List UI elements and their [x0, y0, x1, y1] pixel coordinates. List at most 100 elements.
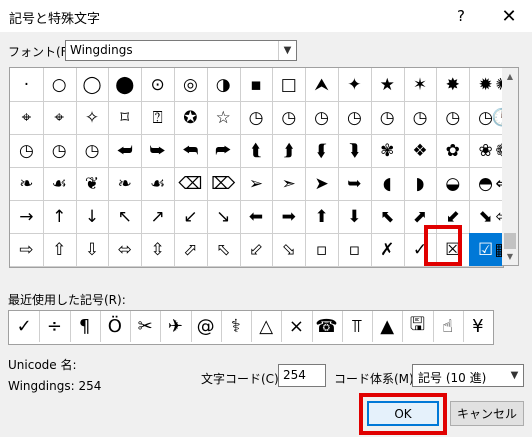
symbol-cell[interactable]: ☆: [206, 101, 241, 135]
ok-button[interactable]: OK: [367, 401, 439, 426]
symbol-cell[interactable]: ✗: [370, 233, 405, 267]
symbol-cell[interactable]: ◑: [206, 68, 241, 102]
symbol-cell[interactable]: ➤: [305, 167, 339, 201]
symbol-cell[interactable]: ✸: [436, 68, 471, 102]
symbol-cell[interactable]: ⬅: [239, 200, 274, 234]
symbol-cell[interactable]: ⌖: [10, 101, 44, 135]
recent-symbol[interactable]: Ö: [100, 311, 131, 342]
symbol-cell[interactable]: ⬄: [108, 233, 143, 267]
symbol-cell[interactable]: ◒: [436, 167, 471, 201]
symbol-cell[interactable]: ↓: [75, 200, 110, 234]
symbol-cell[interactable]: ◷: [10, 134, 44, 168]
symbol-cell[interactable]: →: [10, 200, 44, 234]
char-code-input[interactable]: 254: [278, 364, 326, 387]
symbol-cell[interactable]: ◷: [75, 134, 110, 168]
symbol-cell[interactable]: ☙: [42, 167, 77, 201]
recent-symbol[interactable]: ✈: [160, 311, 192, 342]
symbol-cell[interactable]: ↖: [108, 200, 143, 234]
symbol-cell[interactable]: ⌫: [174, 167, 208, 201]
symbol-cell[interactable]: ⬃: [239, 233, 274, 267]
symbol-cell[interactable]: ▫: [305, 233, 339, 267]
symbol-cell[interactable]: ⮬: [239, 134, 274, 168]
cancel-button[interactable]: キャンセル: [450, 401, 524, 426]
symbol-cell[interactable]: ✧: [75, 101, 110, 135]
recent-symbol[interactable]: △: [251, 311, 283, 342]
symbol-cell[interactable]: ⇨: [10, 233, 44, 267]
symbol-cell[interactable]: ⬇: [338, 200, 372, 234]
symbol-cell[interactable]: ◷: [305, 101, 339, 135]
grid-scrollbar[interactable]: ▲ ▼: [502, 67, 519, 266]
symbol-cell[interactable]: ⌑: [108, 101, 143, 135]
symbol-cell[interactable]: ⮨: [108, 134, 143, 168]
recent-symbol[interactable]: ×: [281, 311, 313, 342]
font-dropdown[interactable]: Wingdings ▼: [65, 40, 297, 61]
symbol-cell[interactable]: ➢: [239, 167, 274, 201]
recent-symbol[interactable]: 🖫: [402, 311, 434, 342]
symbol-cell[interactable]: ◖: [370, 167, 405, 201]
symbol-cell[interactable]: ✿: [436, 134, 471, 168]
symbol-cell[interactable]: ⇳: [141, 233, 175, 267]
symbol-cell[interactable]: ⬤: [108, 68, 143, 102]
symbol-cell[interactable]: ✪: [174, 101, 208, 135]
code-system-dropdown[interactable]: 記号 (10 進) ▼: [412, 364, 524, 387]
symbol-cell[interactable]: ⬉: [370, 200, 405, 234]
recent-symbol[interactable]: ⫪: [342, 311, 373, 342]
symbol-cell[interactable]: ⮝: [305, 68, 339, 102]
scroll-down-icon[interactable]: ▼: [502, 248, 518, 265]
help-button[interactable]: ?: [438, 0, 484, 32]
symbol-cell[interactable]: ⮪: [174, 134, 208, 168]
scroll-up-icon[interactable]: ▲: [502, 68, 518, 85]
symbol-cell[interactable]: ❦: [75, 167, 110, 201]
symbol-cell[interactable]: ▪: [239, 68, 274, 102]
symbol-cell[interactable]: ◷: [436, 101, 471, 135]
symbol-cell[interactable]: ○: [42, 68, 77, 102]
symbol-cell[interactable]: ❧: [10, 167, 44, 201]
symbol-cell[interactable]: ⮭: [272, 134, 307, 168]
recent-symbol[interactable]: ✂: [130, 311, 162, 342]
symbol-cell[interactable]: ⮩: [141, 134, 175, 168]
symbol-cell[interactable]: ◷: [42, 134, 77, 168]
symbol-cell[interactable]: ⮯: [338, 134, 372, 168]
recent-symbol[interactable]: ☎: [312, 311, 343, 342]
symbol-cell[interactable]: ⊙: [141, 68, 175, 102]
symbol-cell[interactable]: ⬀: [174, 233, 208, 267]
recent-symbol[interactable]: ÷: [39, 311, 71, 342]
symbol-cell[interactable]: ◯: [75, 68, 110, 102]
symbol-cell[interactable]: ❧: [108, 167, 143, 201]
symbol-cell[interactable]: □: [272, 68, 307, 102]
symbol-cell[interactable]: ☙: [141, 167, 175, 201]
symbol-cell[interactable]: ·: [10, 68, 44, 102]
scroll-thumb[interactable]: [504, 233, 516, 249]
symbol-cell[interactable]: ▫: [338, 233, 372, 267]
symbol-cell[interactable]: ★: [370, 68, 405, 102]
symbol-cell[interactable]: ◷: [239, 101, 274, 135]
symbol-cell[interactable]: ⇧: [42, 233, 77, 267]
chevron-down-icon[interactable]: ▼: [278, 41, 296, 60]
recent-symbol[interactable]: ⚕: [221, 311, 252, 342]
symbol-cell[interactable]: ◷: [403, 101, 438, 135]
recent-symbol[interactable]: ▲: [372, 311, 404, 342]
recent-symbol[interactable]: @: [191, 311, 222, 342]
symbol-cell[interactable]: ◷: [370, 101, 405, 135]
symbol-cell[interactable]: ⬁: [206, 233, 241, 267]
recent-symbol[interactable]: ☝: [433, 311, 464, 342]
symbol-cell[interactable]: ⬆: [305, 200, 339, 234]
recent-symbol[interactable]: ¶: [70, 311, 101, 342]
symbol-cell[interactable]: ⌖: [42, 101, 77, 135]
symbol-cell[interactable]: ◗: [403, 167, 438, 201]
chevron-down-icon[interactable]: ▼: [506, 365, 523, 386]
symbol-cell[interactable]: ➥: [338, 167, 372, 201]
symbol-cell[interactable]: ⌦: [206, 167, 241, 201]
symbol-cell[interactable]: ✶: [403, 68, 438, 102]
symbol-cell[interactable]: ⮮: [305, 134, 339, 168]
symbol-cell[interactable]: ◎: [174, 68, 208, 102]
symbol-cell[interactable]: ➡: [272, 200, 307, 234]
recent-symbol[interactable]: ✓: [9, 311, 41, 342]
symbol-cell[interactable]: ❖: [403, 134, 438, 168]
symbol-cell[interactable]: ✦: [338, 68, 372, 102]
symbol-cell[interactable]: ⇩: [75, 233, 110, 267]
symbol-cell[interactable]: ⍰: [141, 101, 175, 135]
symbol-cell[interactable]: ◷: [338, 101, 372, 135]
symbol-cell[interactable]: ↑: [42, 200, 77, 234]
recent-symbol[interactable]: ¥: [463, 311, 493, 342]
